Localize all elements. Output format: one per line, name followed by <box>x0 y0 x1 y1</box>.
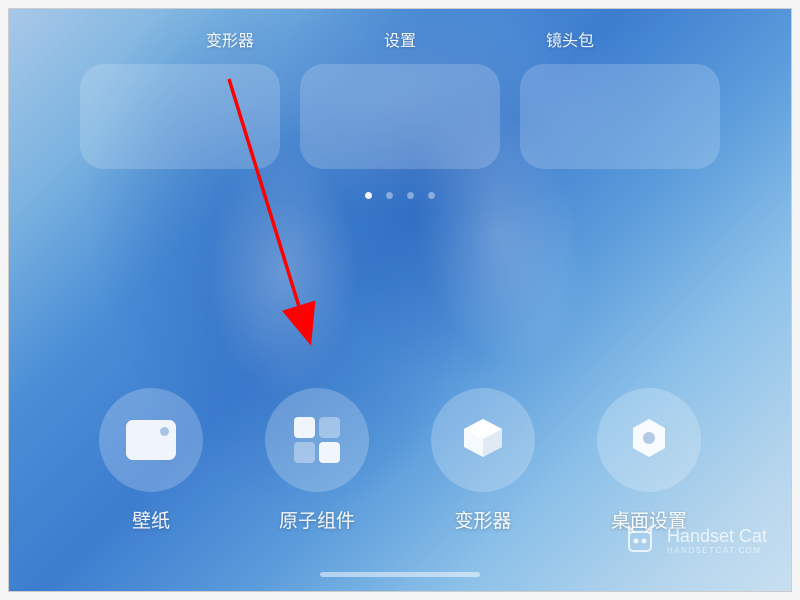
preview-card[interactable] <box>80 64 280 169</box>
button-circle <box>597 388 701 492</box>
top-label-lens-pack: 镜头包 <box>546 27 594 51</box>
preview-card[interactable] <box>300 64 500 169</box>
watermark-subtitle: HANDSETCAT.COM <box>667 547 767 556</box>
morpher-button[interactable]: 变形器 <box>431 388 535 533</box>
watermark: Handset Cat HANDSETCAT.COM <box>623 522 767 561</box>
cube-icon <box>458 413 508 468</box>
watermark-text: Handset Cat HANDSETCAT.COM <box>667 527 767 556</box>
button-label: 变形器 <box>454 506 511 533</box>
page-dot <box>407 192 414 199</box>
home-preview-row <box>9 64 791 169</box>
widget-icon <box>294 417 340 463</box>
button-label: 壁纸 <box>132 506 170 533</box>
page-dot <box>428 192 435 199</box>
page-dot <box>386 192 393 199</box>
button-circle <box>431 388 535 492</box>
hexagon-icon <box>625 414 673 467</box>
bottom-button-row: 壁纸 原子组件 变形器 <box>9 388 791 533</box>
button-circle <box>265 388 369 492</box>
cat-icon <box>623 522 657 561</box>
button-circle <box>99 388 203 492</box>
page-dot-active <box>365 192 372 199</box>
top-label-settings: 设置 <box>384 27 416 51</box>
home-indicator[interactable] <box>320 572 480 577</box>
top-label-morpher: 变形器 <box>206 27 254 51</box>
wallpaper-button[interactable]: 壁纸 <box>99 388 203 533</box>
page-indicator[interactable] <box>365 192 435 199</box>
button-label: 原子组件 <box>279 506 355 533</box>
watermark-title: Handset Cat <box>667 527 767 547</box>
preview-card[interactable] <box>520 64 720 169</box>
desktop-settings-button[interactable]: 桌面设置 <box>597 388 701 533</box>
top-preview-labels: 变形器 设置 镜头包 <box>9 27 791 51</box>
wallpaper-icon <box>126 420 176 460</box>
widget-button[interactable]: 原子组件 <box>265 388 369 533</box>
